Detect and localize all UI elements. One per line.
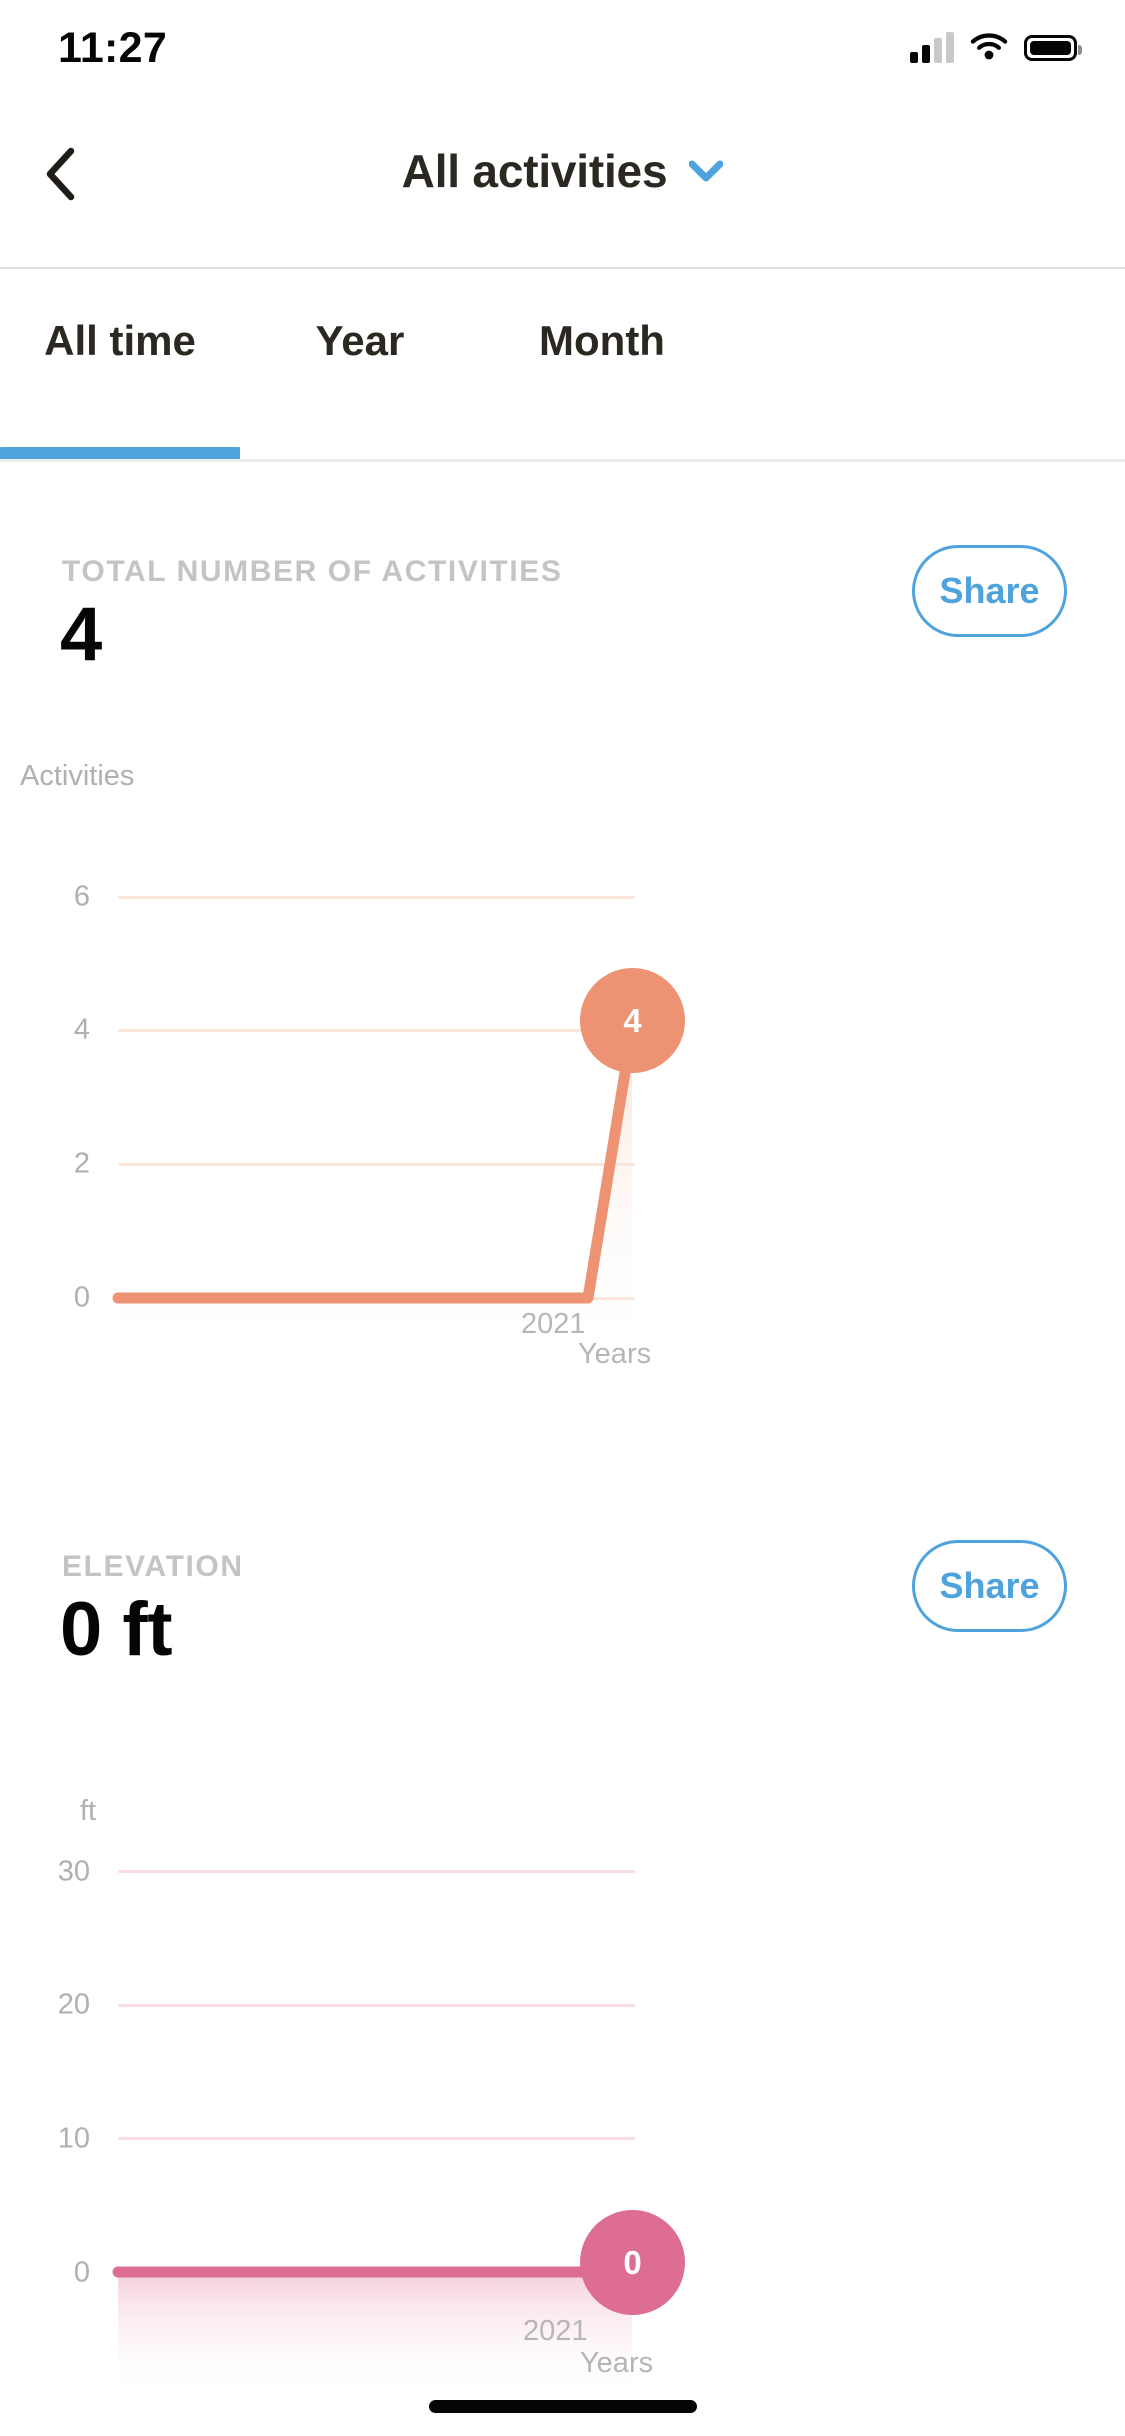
- page-title: All activities: [401, 145, 668, 197]
- active-tab-indicator: [0, 447, 240, 459]
- status-bar: 11:27: [0, 0, 1125, 96]
- stat-block-elevation: ELEVATION 0 ft Share: [0, 1540, 1125, 1710]
- xtick-activities-2021: 2021: [521, 1308, 586, 1340]
- stat-value-activities: 4: [60, 592, 102, 677]
- chart-elevation: ft 30 20 10 0 0 2021 Years: [0, 1755, 1125, 2395]
- stat-block-activities: TOTAL NUMBER OF ACTIVITIES 4 Share: [0, 545, 1125, 715]
- chevron-down-icon: [689, 160, 724, 182]
- tab-all-time[interactable]: All time: [0, 269, 240, 459]
- chart-elevation-plot: [112, 2266, 638, 2395]
- nav-header: All activities: [0, 96, 1125, 269]
- share-button-activities[interactable]: Share: [912, 545, 1067, 637]
- activity-filter-selector[interactable]: All activities: [0, 136, 1125, 206]
- stat-label-activities: TOTAL NUMBER OF ACTIVITIES: [62, 555, 563, 588]
- tab-year[interactable]: Year: [240, 269, 480, 459]
- chart-activities-x-axis-label: Years: [578, 1338, 652, 1370]
- stat-label-elevation: ELEVATION: [62, 1550, 244, 1583]
- battery-icon: [1024, 35, 1082, 61]
- cellular-signal-icon: [910, 32, 954, 63]
- time-range-tabs: All time Year Month: [0, 269, 1125, 462]
- status-bar-icons: [910, 26, 1082, 70]
- home-indicator[interactable]: [428, 2400, 697, 2413]
- stat-value-elevation: 0 ft: [60, 1587, 173, 1672]
- chart-activities-plot: [112, 1024, 638, 1360]
- chart-elevation-x-axis-label: Years: [580, 2347, 654, 2379]
- xtick-elevation-2021: 2021: [523, 2315, 588, 2347]
- chart-activities-data-point[interactable]: 4: [580, 968, 685, 1073]
- status-bar-time: 11:27: [58, 24, 168, 72]
- chart-activities: Activities 6 4 2 0 4 2021 Years: [0, 760, 1125, 1380]
- share-button-elevation[interactable]: Share: [912, 1540, 1067, 1632]
- chart-elevation-data-point[interactable]: 0: [580, 2210, 685, 2315]
- tab-month[interactable]: Month: [482, 269, 722, 459]
- wifi-icon: [970, 31, 1008, 66]
